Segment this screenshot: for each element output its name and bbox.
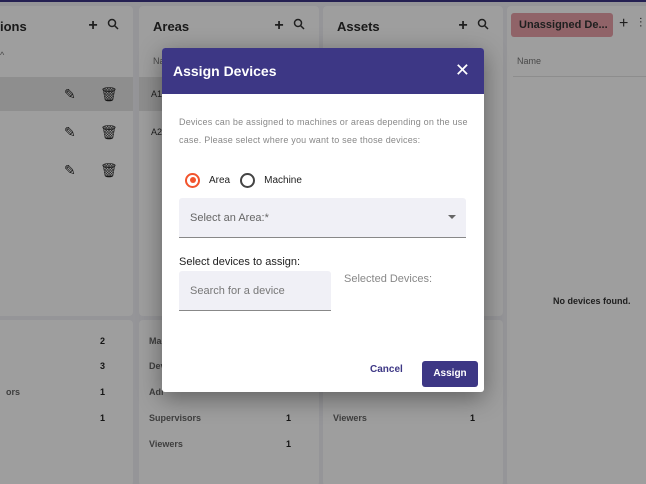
- cancel-button[interactable]: Cancel: [370, 364, 403, 375]
- device-search-input[interactable]: Search for a device: [179, 271, 331, 311]
- select-devices-label: Select devices to assign:: [179, 256, 301, 268]
- area-radio[interactable]: [185, 172, 200, 188]
- dialog-description: Devices can be assigned to machines or a…: [179, 117, 468, 145]
- area-select-placeholder: Select an Area:*: [190, 212, 269, 224]
- selected-devices-label: Selected Devices:: [344, 273, 433, 285]
- machine-radio-label[interactable]: Machine: [264, 175, 302, 186]
- area-radio-label[interactable]: Area: [209, 175, 230, 186]
- machine-radio[interactable]: [240, 172, 256, 188]
- assignment-type-radio-group: Area Machine: [185, 172, 312, 188]
- area-select[interactable]: Select an Area:*: [179, 198, 466, 238]
- dialog-title: Assign Devices: [173, 63, 277, 79]
- close-icon[interactable]: ✕: [455, 60, 470, 80]
- dialog-header: Assign Devices ✕: [162, 48, 484, 94]
- device-search-placeholder: Search for a device: [190, 285, 285, 297]
- assign-button[interactable]: Assign: [422, 361, 478, 387]
- assign-devices-dialog: Assign Devices ✕ Devices can be assigned…: [162, 48, 484, 392]
- chevron-down-icon: [448, 215, 456, 219]
